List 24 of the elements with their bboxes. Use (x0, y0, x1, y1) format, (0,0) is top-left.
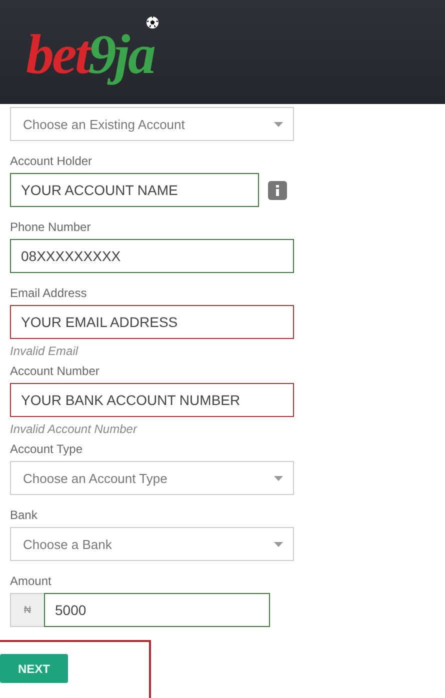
dropdown-caret-icon (274, 542, 283, 546)
brand-logo[interactable]: bet9ja (26, 20, 162, 90)
info-icon[interactable] (268, 180, 287, 200)
field-label: Email Address (10, 286, 88, 300)
error-message: Invalid Email (10, 344, 80, 358)
field-label: Account Type (10, 442, 84, 456)
text-field[interactable]: 08XXXXXXXXX (10, 239, 294, 273)
dropdown-caret-icon (274, 476, 283, 480)
error-message: Invalid Account Number (10, 422, 138, 436)
field-label: Bank (10, 508, 38, 522)
text-field[interactable]: YOUR ACCOUNT NAME (10, 173, 259, 207)
text-field[interactable]: YOUR EMAIL ADDRESS (10, 305, 294, 339)
currency-addon: ₦ (10, 593, 44, 627)
dropdown-caret-icon (274, 122, 283, 126)
field-label: Account Number (10, 364, 100, 378)
dropdown-select[interactable]: Choose an Existing Account (10, 107, 294, 141)
football-icon (146, 16, 159, 29)
dropdown-select[interactable]: Choose an Account Type (10, 461, 294, 495)
field-label: Account Holder (10, 154, 94, 168)
field-label: Amount (10, 574, 52, 588)
text-field[interactable]: YOUR BANK ACCOUNT NUMBER (10, 383, 294, 417)
dropdown-select[interactable]: Choose a Bank (10, 527, 294, 561)
field-label: Phone Number (10, 220, 92, 234)
amount-field[interactable]: 5000 (44, 593, 270, 627)
